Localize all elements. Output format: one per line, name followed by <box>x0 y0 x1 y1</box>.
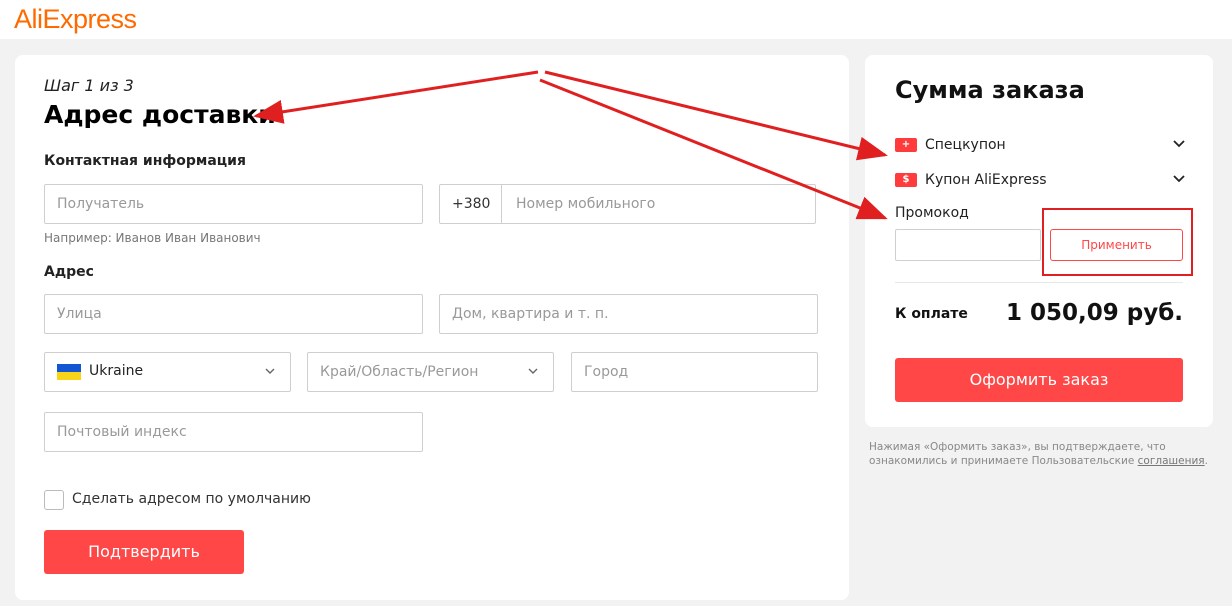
city-input[interactable]: Город <box>571 352 818 392</box>
aliexpress-logo[interactable]: AliExpress <box>14 4 137 35</box>
city-placeholder: Город <box>584 364 629 380</box>
postal-placeholder: Почтовый индекс <box>57 424 187 440</box>
summary-title: Сумма заказа <box>895 76 1085 104</box>
phone-prefix-select[interactable]: +380 <box>440 185 502 223</box>
ukraine-flag-icon <box>57 364 81 380</box>
agreements-link[interactable]: соглашения <box>1138 455 1205 467</box>
special-coupon-icon: + <box>895 138 917 152</box>
aliexpress-coupon-icon: $ <box>895 173 917 187</box>
house-placeholder: Дом, квартира и т. п. <box>452 306 609 322</box>
contact-section-label: Контактная информация <box>44 153 246 169</box>
postal-code-input[interactable]: Почтовый индекс <box>44 412 423 452</box>
recipient-hint: Например: Иванов Иван Иванович <box>44 231 261 245</box>
aliexpress-coupon-label[interactable]: Купон AliExpress <box>925 172 1047 188</box>
divider <box>895 282 1183 283</box>
page-title: Адрес доставки <box>44 100 276 129</box>
checkout-button[interactable]: Оформить заказ <box>895 358 1183 402</box>
country-select[interactable]: Ukraine <box>44 352 291 392</box>
legal-end: . <box>1204 455 1208 467</box>
apply-promo-button[interactable]: Применить <box>1050 229 1183 261</box>
street-input[interactable]: Улица <box>44 294 423 334</box>
default-address-label[interactable]: Сделать адресом по умолчанию <box>72 491 311 507</box>
region-placeholder: Край/Область/Регион <box>320 364 479 380</box>
top-header: AliExpress <box>0 0 1232 39</box>
step-indicator: Шаг 1 из 3 <box>44 76 134 95</box>
chevron-down-icon[interactable] <box>1172 174 1186 184</box>
chevron-down-icon <box>265 368 275 374</box>
house-input[interactable]: Дом, квартира и т. п. <box>439 294 818 334</box>
promo-code-label: Промокод <box>895 205 969 221</box>
recipient-placeholder: Получатель <box>57 196 145 212</box>
promo-code-input[interactable] <box>895 229 1041 261</box>
to-pay-label: К оплате <box>895 306 968 322</box>
recipient-input[interactable]: Получатель <box>44 184 423 224</box>
total-amount: 1 050,09 руб. <box>1005 300 1183 326</box>
default-address-checkbox[interactable] <box>44 490 64 510</box>
legal-notice: Нажимая «Оформить заказ», вы подтверждае… <box>869 440 1219 468</box>
phone-field[interactable]: +380 Номер мобильного <box>439 184 816 224</box>
address-section-label: Адрес <box>44 264 94 280</box>
legal-text: Нажимая «Оформить заказ», вы подтверждае… <box>869 441 1166 467</box>
phone-placeholder: Номер мобильного <box>516 196 656 212</box>
street-placeholder: Улица <box>57 306 102 322</box>
special-coupon-label[interactable]: Спецкупон <box>925 137 1006 153</box>
region-select[interactable]: Край/Область/Регион <box>307 352 554 392</box>
country-value: Ukraine <box>89 363 144 379</box>
confirm-button[interactable]: Подтвердить <box>44 530 244 574</box>
chevron-down-icon[interactable] <box>1172 139 1186 149</box>
chevron-down-icon <box>528 368 538 374</box>
